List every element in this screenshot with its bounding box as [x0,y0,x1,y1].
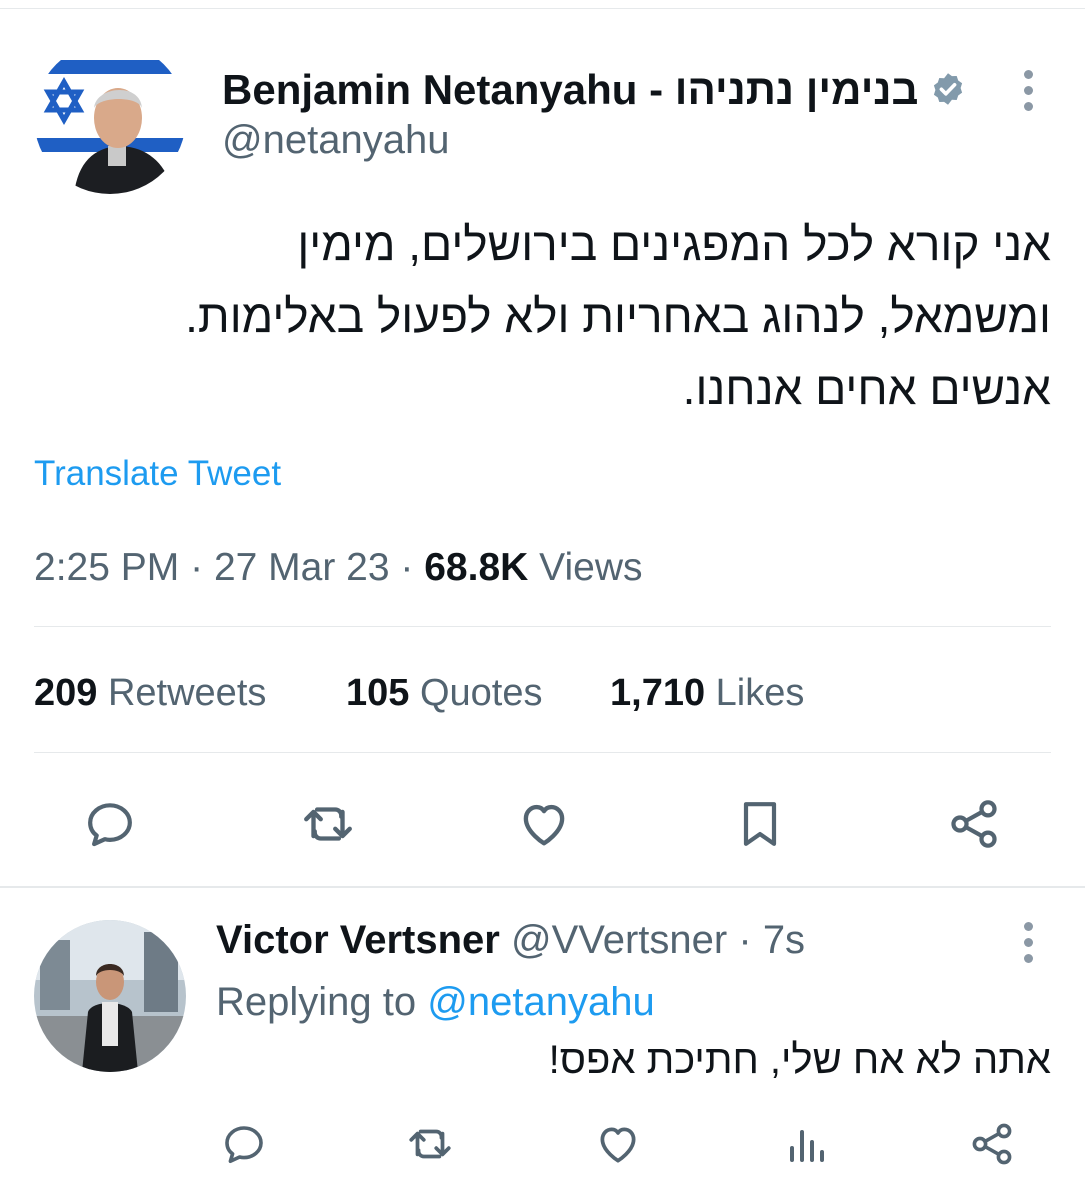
reply-age[interactable]: 7s [763,918,805,962]
author-handle[interactable]: @netanyahu [222,118,449,163]
reply-author-name[interactable]: Victor Vertsner [216,918,500,962]
verified-badge-icon [930,69,966,117]
share-icon [951,800,997,848]
thread-divider [0,886,1085,888]
quotes-stat[interactable]: 105 Quotes [346,672,543,715]
reply-text: אתה לא אח שלי, חתיכת אפס! [548,1038,1051,1082]
divider [34,626,1051,627]
replying-to-handle[interactable]: @netanyahu [427,980,654,1024]
reply-more-options-icon[interactable] [1022,922,1034,970]
more-options-icon[interactable] [1022,70,1034,118]
author-name[interactable]: Benjamin Netanyahu - בנימין נתניהו [222,66,966,117]
reply-views-button[interactable] [780,1118,832,1170]
tweet-meta: 2:25 PM · 27 Mar 23 · 68.8K Views [34,546,643,589]
reply-header: Victor Vertsner @VVertsner · 7s [216,918,806,962]
replying-to: Replying to @netanyahu [216,980,655,1024]
likes-stat[interactable]: 1,710 Likes [610,672,804,715]
retweet-icon [409,1129,451,1159]
bookmark-icon [743,802,777,846]
tweet-time[interactable]: 2:25 PM [34,546,179,589]
reply-button[interactable] [78,792,142,856]
retweet-icon [304,807,352,841]
top-divider [0,8,1085,9]
views-icon [790,1130,824,1162]
reply-retweet-button[interactable] [404,1118,456,1170]
reply-author-handle[interactable]: @VVertsner [511,918,727,962]
tweet-text: אני קורא לכל המפגינים בירושלים, מימין ומ… [31,208,1051,424]
views-count: 68.8K [424,546,529,589]
retweets-stat[interactable]: 209 Retweets [34,672,266,715]
reply-share-button[interactable] [966,1118,1018,1170]
author-avatar[interactable] [34,42,186,194]
reply-author-avatar[interactable] [34,920,186,1072]
translate-tweet-link[interactable]: Translate Tweet [34,454,281,494]
like-icon [523,804,565,846]
tweet-text-line: אני קורא לכל המפגינים בירושלים, מימין [297,218,1051,270]
share-button[interactable] [942,792,1006,856]
views-label: Views [539,546,643,589]
bookmark-button[interactable] [728,792,792,856]
reply-reply-button[interactable] [218,1118,270,1170]
retweet-button[interactable] [296,792,360,856]
reply-like-button[interactable] [592,1118,644,1170]
tweet-date[interactable]: 27 Mar 23 [214,546,390,589]
reply-icon [88,803,132,847]
tweet-text-line: ומשמאל, לנהוג באחריות ולא לפעול באלימות. [185,290,1051,342]
share-icon [972,1123,1012,1165]
like-button[interactable] [512,792,576,856]
like-icon [600,1127,636,1163]
tweet-text-line: אנשים אחים אנחנו. [682,362,1051,414]
divider [34,752,1051,753]
reply-icon [225,1126,263,1163]
